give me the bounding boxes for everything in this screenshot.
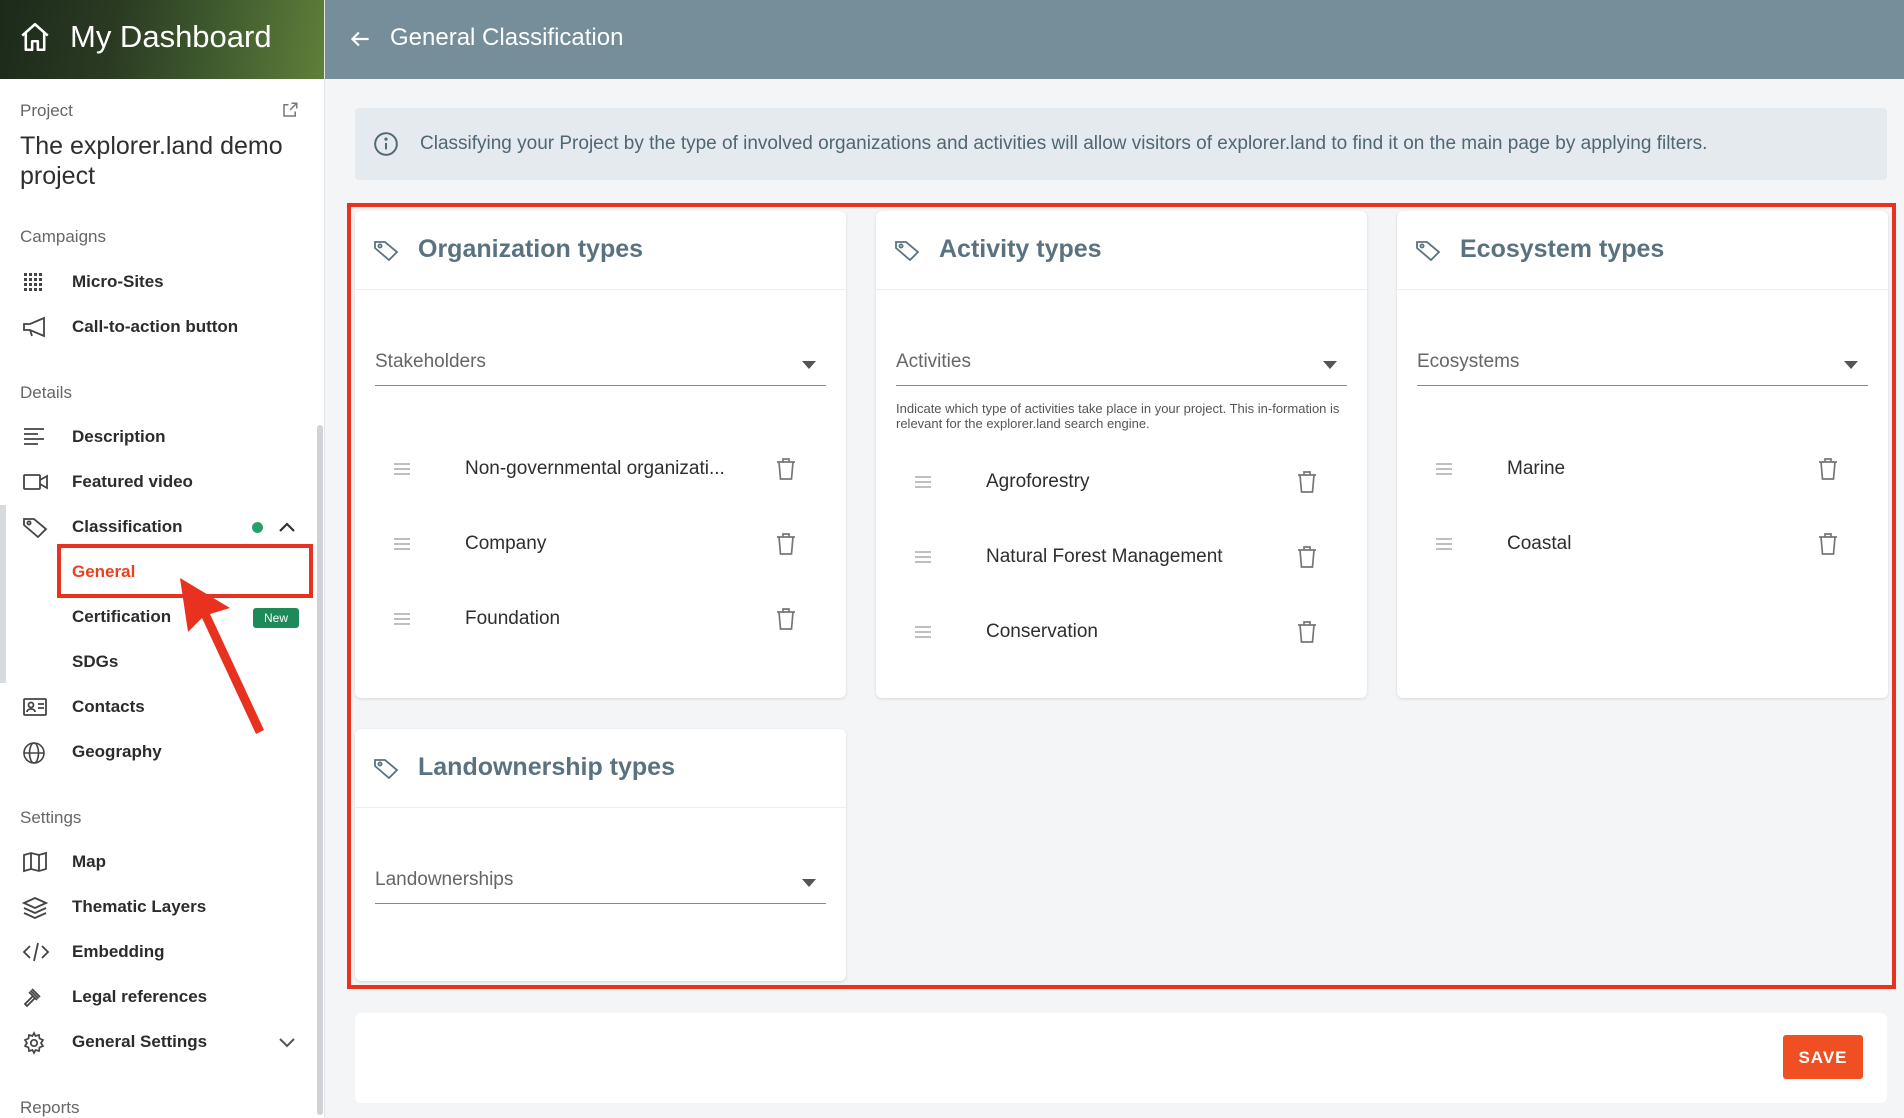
- sidebar-subitem-sdgs[interactable]: SDGs: [72, 652, 118, 672]
- sidebar-item-thematic-layers[interactable]: Thematic Layers: [0, 887, 310, 927]
- tag-icon: [22, 516, 48, 538]
- sidebar-item-label: Thematic Layers: [72, 897, 207, 916]
- section-campaigns: Campaigns: [20, 227, 106, 246]
- save-button[interactable]: SAVE: [1783, 1035, 1863, 1079]
- sidebar-item-description[interactable]: Description: [0, 417, 310, 457]
- home-icon[interactable]: [18, 20, 52, 54]
- sidebar-item-label: Classification: [72, 517, 183, 536]
- sidebar-item-label: Geography: [72, 742, 162, 761]
- top-bar: General Classification: [325, 0, 1904, 79]
- info-banner: Classifying your Project by the type of …: [355, 108, 1887, 180]
- section-settings: Settings: [20, 808, 82, 827]
- info-icon: [373, 131, 399, 157]
- status-dot: [252, 522, 263, 533]
- contact-card-icon: [22, 696, 48, 718]
- chevron-down-icon[interactable]: [277, 1032, 297, 1052]
- app-title: My Dashboard: [70, 19, 272, 54]
- chevron-up-icon[interactable]: [277, 517, 297, 537]
- sidebar-item-micro-sites[interactable]: Micro-Sites: [0, 262, 310, 302]
- sidebar-item-label: General Settings: [72, 1032, 208, 1051]
- code-icon: [22, 941, 50, 963]
- footer-bar: SAVE: [355, 1013, 1887, 1103]
- sidebar-item-label: Micro-Sites: [72, 272, 164, 291]
- sidebar-subitem-certification[interactable]: Certification: [72, 607, 171, 627]
- project-label: Project: [20, 101, 73, 120]
- map-icon: [22, 851, 48, 873]
- section-details: Details: [20, 383, 72, 402]
- project-name: The explorer.land demo project: [20, 132, 283, 190]
- gavel-icon: [22, 986, 48, 1008]
- back-arrow-icon[interactable]: [347, 26, 373, 52]
- layers-icon: [22, 896, 48, 919]
- gear-icon: [22, 1031, 48, 1055]
- page-title: General Classification: [390, 24, 624, 51]
- brand-header[interactable]: My Dashboard: [0, 0, 324, 79]
- text-lines-icon: [22, 426, 48, 448]
- info-text: Classifying your Project by the type of …: [420, 133, 1708, 154]
- sidebar-item-label: Embedding: [72, 942, 165, 961]
- sidebar-item-label: Legal references: [72, 987, 208, 1006]
- sidebar-item-label: Call-to-action button: [72, 317, 239, 336]
- video-icon: [22, 471, 48, 493]
- sidebar-item-label: Map: [72, 852, 106, 871]
- sidebar-item-label: Description: [72, 427, 166, 446]
- sidebar-item-call-to-action[interactable]: Call-to-action button: [0, 307, 310, 347]
- annotation-arrow-icon: [180, 578, 264, 734]
- sidebar-item-embedding[interactable]: Embedding: [0, 932, 310, 972]
- external-link-icon[interactable]: [281, 101, 299, 119]
- sidebar-item-general-settings[interactable]: General Settings: [0, 1022, 310, 1062]
- section-reports: Reports: [20, 1098, 80, 1117]
- grid-icon: [22, 271, 48, 293]
- sidebar-scrollbar[interactable]: [317, 425, 323, 1115]
- sidebar-item-map[interactable]: Map: [0, 842, 310, 882]
- megaphone-icon: [22, 316, 48, 338]
- highlight-cards-box: [347, 203, 1896, 989]
- sidebar-item-legal-references[interactable]: Legal references: [0, 977, 310, 1017]
- globe-icon: [22, 741, 48, 764]
- sidebar-item-label: Featured video: [72, 472, 193, 491]
- sidebar-item-classification[interactable]: Classification: [0, 507, 310, 547]
- sidebar-item-featured-video[interactable]: Featured video: [0, 462, 310, 502]
- sidebar-item-label: Contacts: [72, 697, 145, 716]
